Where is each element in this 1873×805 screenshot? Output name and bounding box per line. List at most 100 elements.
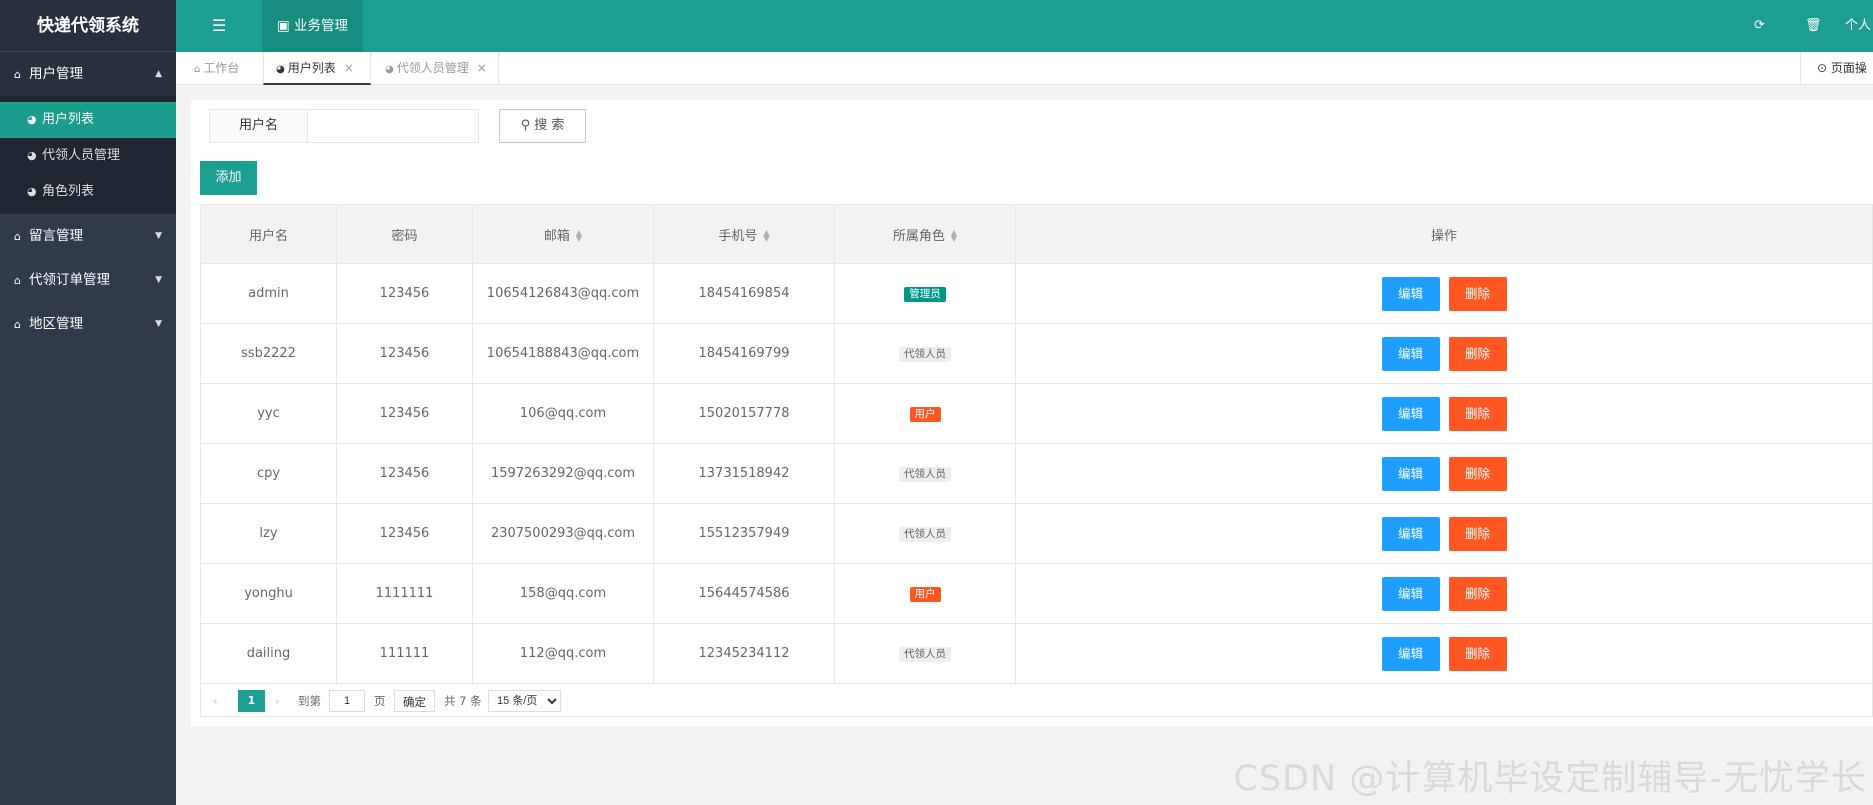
cell-email: 10654126843@qq.com [472, 263, 654, 324]
search-field-group: 用户名 [209, 109, 479, 143]
header-tab-label: 业务管理 [294, 18, 349, 34]
chevron-down-icon: ▼ [155, 231, 162, 241]
sidebar-group-label: 代领订单管理 [29, 272, 110, 288]
sidebar-item-agent-management[interactable]: ◕ 代领人员管理 [0, 138, 176, 174]
sidebar-item-label: 用户列表 [42, 112, 95, 127]
dashboard-icon: ◕ [27, 113, 37, 126]
edit-button[interactable]: 编辑 [1381, 576, 1440, 611]
prev-page-button[interactable]: ‹ [213, 690, 218, 712]
goto-confirm-button[interactable]: 确定 [394, 690, 435, 712]
table-row: ssb2222 123456 10654188843@qq.com 184541697… [200, 323, 1873, 384]
sidebar-group-regions[interactable]: ⌂ 地区管理 ▼ [0, 302, 176, 346]
close-icon[interactable]: × [477, 61, 487, 75]
sidebar-group-label: 留言管理 [29, 228, 83, 244]
cell-actions: 编辑 删除 [1015, 443, 1873, 504]
dashboard-icon: ◕ [27, 149, 37, 162]
delete-button[interactable]: 删除 [1448, 276, 1507, 311]
pagination: ‹ 1 › 到第 页 确定 共 7 条 15 条/页 [200, 684, 1873, 717]
add-button[interactable]: 添加 [200, 161, 257, 195]
page-unit-label: 页 [374, 694, 386, 708]
dashboard-icon: ◕ [276, 64, 285, 75]
refresh-icon[interactable]: ⟳ [1754, 0, 1765, 52]
sort-icon[interactable]: ▲ ▼ [951, 229, 957, 243]
role-badge: 管理员 [904, 286, 946, 302]
delete-button[interactable]: 删除 [1448, 336, 1507, 371]
sidebar-group-messages[interactable]: ⌂ 留言管理 ▼ [0, 214, 176, 258]
home-icon: ⌂ [194, 64, 201, 75]
trash-icon[interactable]: 🗑 [1805, 0, 1822, 52]
cell-username: admin [200, 263, 337, 324]
cell-password: 123456 [336, 383, 473, 444]
cell-email: 106@qq.com [472, 383, 654, 444]
current-page[interactable]: 1 [238, 690, 265, 712]
delete-button[interactable]: 删除 [1448, 516, 1507, 551]
search-button[interactable]: ⚲ 搜 索 [499, 109, 586, 143]
goto-page-input[interactable] [329, 690, 365, 712]
delete-button[interactable]: 删除 [1448, 636, 1507, 671]
cell-actions: 编辑 删除 [1015, 563, 1873, 624]
cell-phone: 15512357949 [653, 503, 835, 564]
tab-workbench[interactable]: ⌂ 工作台 [176, 52, 263, 85]
edit-button[interactable]: 编辑 [1381, 276, 1440, 311]
header-tab-business[interactable]: ▣ 业务管理 [262, 0, 363, 52]
chevron-down-icon: ▼ [155, 319, 162, 329]
cell-username: lzy [200, 503, 337, 564]
page-operations-button[interactable]: ⊙ 页面操 [1800, 52, 1873, 85]
tab-user-list[interactable]: ◕ 用户列表 × [263, 52, 371, 85]
sidebar-item-user-list[interactable]: ◕ 用户列表 [0, 102, 176, 138]
sidebar-group-orders[interactable]: ⌂ 代领订单管理 ▼ [0, 258, 176, 302]
username-search-input[interactable] [308, 110, 478, 142]
sidebar-submenu: ◕ 用户列表 ◕ 代领人员管理 ◕ 角色列表 [0, 96, 176, 214]
cell-role: 用户 [834, 383, 1016, 444]
cell-password: 123456 [336, 263, 473, 324]
role-badge: 用户 [909, 406, 941, 422]
table-row: cpy 123456 1597263292@qq.com 13731518942 代领人… [200, 443, 1873, 504]
cell-role: 代领人员 [834, 623, 1016, 684]
role-badge: 代领人员 [899, 646, 951, 662]
cell-password: 111111 [336, 623, 473, 684]
delete-button[interactable]: 删除 [1448, 456, 1507, 491]
sidebar: 快递代领系统 ⌂ 用户管理 ▲ ◕ 用户列表 ◕ 代领人员管理 ◕ 角色列表 ⌂ 留言管理… [0, 0, 176, 805]
table-row: yonghu 1111111 158@qq.com 15644574586 用户 编辑 删除 [200, 563, 1873, 624]
page-size-select[interactable]: 15 条/页 [488, 690, 561, 712]
cell-password: 123456 [336, 443, 473, 504]
home-icon: ⌂ [14, 274, 21, 287]
delete-button[interactable]: 删除 [1448, 396, 1507, 431]
edit-button[interactable]: 编辑 [1381, 336, 1440, 371]
tab-agent-management[interactable]: ◕ 代领人员管理 × [371, 52, 503, 85]
goto-label: 到第 [298, 694, 321, 708]
dashboard-icon: ◕ [27, 185, 37, 198]
main-content-card: 用户名 ⚲ 搜 索 添加 用户名 密码 邮箱 ▲ ▼ 手机号 ▲ ▼ 所属角色 ▲ ▼ 操作… [191, 100, 1873, 726]
sort-icon[interactable]: ▲ ▼ [763, 229, 769, 243]
cell-password: 123456 [336, 503, 473, 564]
tab-label: 用户列表 [287, 61, 336, 75]
close-icon[interactable]: × [344, 61, 354, 75]
cell-email: 158@qq.com [472, 563, 654, 624]
list-icon[interactable]: ☰ [212, 0, 226, 52]
user-menu[interactable]: 个人 [1845, 0, 1871, 52]
cell-email: 2307500293@qq.com [472, 503, 654, 564]
cell-email: 1597263292@qq.com [472, 443, 654, 504]
next-page-button[interactable]: › [275, 690, 280, 712]
table-header-row: 用户名 密码 邮箱 ▲ ▼ 手机号 ▲ ▼ 所属角色 ▲ ▼ 操作 [200, 204, 1873, 264]
sort-icon[interactable]: ▲ ▼ [576, 229, 582, 243]
cell-username: cpy [200, 443, 337, 504]
edit-button[interactable]: 编辑 [1381, 516, 1440, 551]
page-tab-bar: ⌂ 工作台 ◕ 用户列表 × ◕ 代领人员管理 × ⊙ 页面操 [176, 52, 1873, 85]
sidebar-group-user-management[interactable]: ⌂ 用户管理 ▲ [0, 52, 176, 96]
edit-button[interactable]: 编辑 [1381, 456, 1440, 491]
column-header-phone[interactable]: 手机号 ▲ ▼ [653, 204, 835, 264]
edit-button[interactable]: 编辑 [1381, 636, 1440, 671]
edit-button[interactable]: 编辑 [1381, 396, 1440, 431]
role-badge: 代领人员 [899, 526, 951, 542]
dashboard-icon: ◕ [385, 64, 394, 75]
column-header-email[interactable]: 邮箱 ▲ ▼ [472, 204, 654, 264]
cell-phone: 18454169799 [653, 323, 835, 384]
cell-role: 代领人员 [834, 443, 1016, 504]
search-button-label: 搜 索 [534, 118, 565, 133]
cell-role: 代领人员 [834, 323, 1016, 384]
sidebar-item-role-list[interactable]: ◕ 角色列表 [0, 174, 176, 210]
target-icon: ⊙ [1817, 61, 1828, 75]
column-header-role[interactable]: 所属角色 ▲ ▼ [834, 204, 1016, 264]
delete-button[interactable]: 删除 [1448, 576, 1507, 611]
